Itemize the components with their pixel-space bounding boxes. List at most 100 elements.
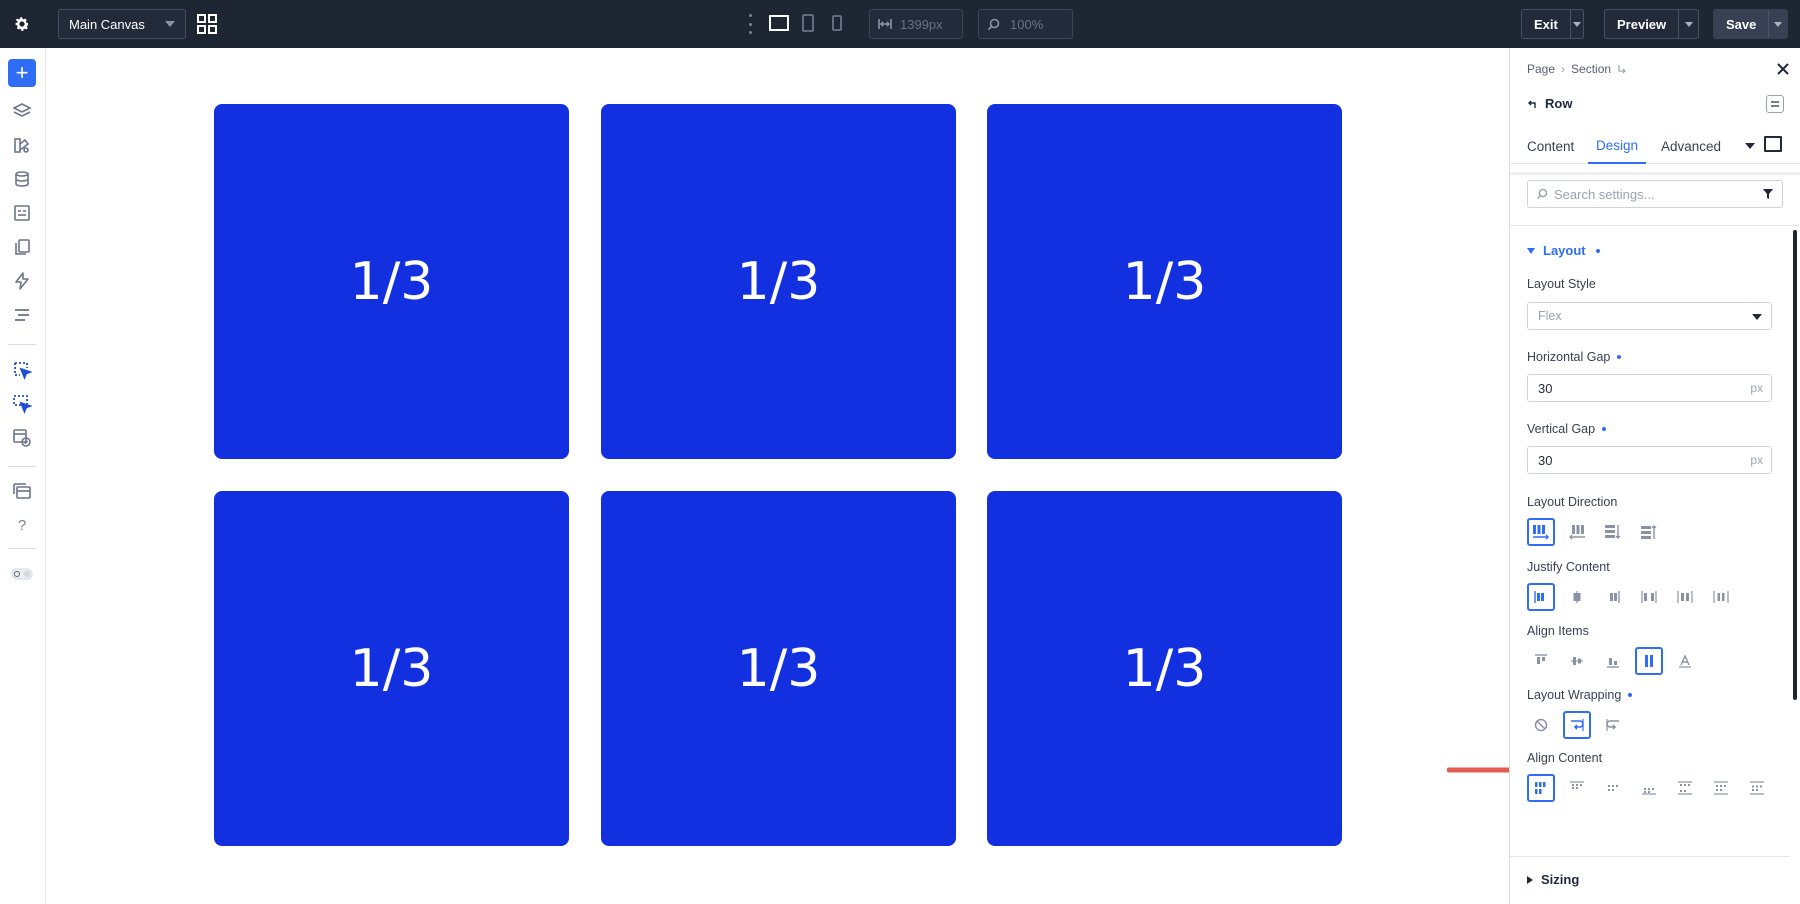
direction-row-reverse-icon[interactable] xyxy=(1563,518,1591,546)
justify-center-icon[interactable] xyxy=(1563,583,1591,611)
wrap-icon[interactable] xyxy=(1563,711,1591,739)
modified-dot xyxy=(1617,355,1622,359)
select-element-icon[interactable] xyxy=(11,359,33,381)
unit-label[interactable]: px xyxy=(1750,381,1763,395)
direction-column-icon[interactable] xyxy=(1599,518,1627,546)
tab-content[interactable]: Content xyxy=(1527,128,1574,164)
breadcrumb-page[interactable]: Page xyxy=(1527,62,1555,76)
save-dropdown-button[interactable] xyxy=(1768,10,1787,38)
theme-toggle[interactable] xyxy=(11,563,33,585)
preset-manager-icon[interactable] xyxy=(11,427,33,449)
align-items-label: Align Items xyxy=(1527,624,1589,638)
phone-view-icon[interactable] xyxy=(830,13,844,38)
justify-space-around-icon[interactable] xyxy=(1671,583,1699,611)
zoom-field[interactable]: 100% xyxy=(978,9,1073,39)
direction-column-reverse-icon[interactable] xyxy=(1635,518,1663,546)
justify-end-icon[interactable] xyxy=(1599,583,1627,611)
multi-select-icon[interactable] xyxy=(11,393,33,415)
align-baseline-icon[interactable] xyxy=(1671,647,1699,675)
layout-style-select[interactable]: Flex xyxy=(1527,302,1772,330)
direction-row-icon[interactable] xyxy=(1527,518,1555,546)
database-icon[interactable] xyxy=(11,168,33,190)
search-settings-input[interactable]: Search settings... xyxy=(1527,180,1783,208)
exit-dropdown-button[interactable] xyxy=(1569,10,1583,38)
preview-split-button: Preview xyxy=(1604,9,1699,39)
vertical-gap-field[interactable]: 30 px xyxy=(1527,446,1772,474)
align-end-icon[interactable] xyxy=(1599,647,1627,675)
breadcrumb: Page › Section xyxy=(1527,62,1627,76)
chevron-down-icon xyxy=(1774,21,1783,27)
canvas-width-field[interactable]: 1399px xyxy=(869,9,963,39)
lightning-icon[interactable] xyxy=(11,270,33,292)
column-block[interactable]: 1/3 xyxy=(601,104,956,459)
justify-space-evenly-icon[interactable] xyxy=(1707,583,1735,611)
add-element-button[interactable]: + xyxy=(8,59,36,87)
windows-icon[interactable] xyxy=(11,480,33,502)
save-button[interactable]: Save xyxy=(1714,10,1768,38)
column-block[interactable]: 1/3 xyxy=(214,491,569,846)
layers-icon[interactable] xyxy=(11,100,33,122)
help-icon[interactable]: ? xyxy=(11,514,33,536)
chevron-down-icon xyxy=(1684,21,1693,27)
align-content-space-around-icon[interactable] xyxy=(1707,774,1735,802)
chevron-down-icon[interactable] xyxy=(1745,143,1755,149)
exit-split-button: Exit xyxy=(1521,9,1584,39)
align-center-icon[interactable] xyxy=(1563,647,1591,675)
align-items-options xyxy=(1527,647,1699,675)
vertical-gap-label: Vertical Gap xyxy=(1527,422,1607,436)
search-placeholder: Search settings... xyxy=(1554,186,1655,202)
divider xyxy=(1510,856,1790,857)
exit-button[interactable]: Exit xyxy=(1522,10,1570,38)
main-canvas: 1/3 1/3 1/3 1/3 1/3 1/3 xyxy=(47,48,1550,904)
chevron-down-icon xyxy=(1572,21,1581,27)
column-label: 1/3 xyxy=(349,251,434,312)
chevron-down-icon xyxy=(1527,247,1535,254)
desktop-view-icon[interactable] xyxy=(768,13,790,38)
breadcrumb-section[interactable]: Section xyxy=(1571,62,1611,76)
justify-space-between-icon[interactable] xyxy=(1635,583,1663,611)
horizontal-gap-field[interactable]: 30 px xyxy=(1527,374,1772,402)
align-content-space-evenly-icon[interactable] xyxy=(1743,774,1771,802)
column-block[interactable]: 1/3 xyxy=(987,104,1342,459)
column-block[interactable]: 1/3 xyxy=(987,491,1342,846)
tab-design[interactable]: Design xyxy=(1588,128,1647,164)
tablet-view-icon[interactable] xyxy=(800,13,816,38)
grid-icon[interactable] xyxy=(196,13,218,35)
justify-start-icon[interactable] xyxy=(1527,583,1555,611)
align-stretch-icon[interactable] xyxy=(1635,647,1663,675)
preview-dropdown-button[interactable] xyxy=(1678,10,1698,38)
filter-icon[interactable] xyxy=(1762,188,1774,200)
structure-icon[interactable] xyxy=(11,304,33,326)
close-icon[interactable] xyxy=(1775,61,1791,77)
align-content-start-icon[interactable] xyxy=(1563,774,1591,802)
column-block[interactable]: 1/3 xyxy=(214,104,569,459)
no-wrap-icon[interactable] xyxy=(1527,711,1555,739)
sizing-section-toggle[interactable]: Sizing xyxy=(1527,872,1579,887)
gear-icon[interactable] xyxy=(8,10,36,38)
column-block[interactable]: 1/3 xyxy=(601,491,956,846)
layout-direction-label: Layout Direction xyxy=(1527,495,1618,509)
forms-icon[interactable] xyxy=(11,202,33,224)
panel-scrollbar[interactable] xyxy=(1793,230,1797,700)
layout-style-value: Flex xyxy=(1538,309,1562,323)
align-content-center-icon[interactable] xyxy=(1599,774,1627,802)
theme-builder-icon[interactable] xyxy=(11,134,33,156)
preview-frame-icon[interactable] xyxy=(1764,136,1782,152)
align-content-end-icon[interactable] xyxy=(1635,774,1663,802)
align-content-stretch-icon[interactable] xyxy=(1527,774,1555,802)
pages-icon[interactable] xyxy=(11,236,33,258)
sizing-section-title: Sizing xyxy=(1541,872,1580,887)
search-icon xyxy=(987,18,1000,30)
preview-button[interactable]: Preview xyxy=(1605,10,1678,38)
unit-label[interactable]: px xyxy=(1750,453,1763,467)
layout-section-toggle[interactable]: Layout xyxy=(1527,243,1600,258)
align-start-icon[interactable] xyxy=(1527,647,1555,675)
wrap-reverse-icon[interactable] xyxy=(1599,711,1627,739)
canvas-selector[interactable]: Main Canvas xyxy=(58,9,186,39)
back-arrow-icon[interactable] xyxy=(1527,99,1537,109)
more-options-icon[interactable] xyxy=(747,14,753,34)
element-options-icon[interactable] xyxy=(1766,95,1784,113)
column-label: 1/3 xyxy=(736,638,821,699)
align-content-space-between-icon[interactable] xyxy=(1671,774,1699,802)
tab-advanced[interactable]: Advanced xyxy=(1661,128,1721,164)
